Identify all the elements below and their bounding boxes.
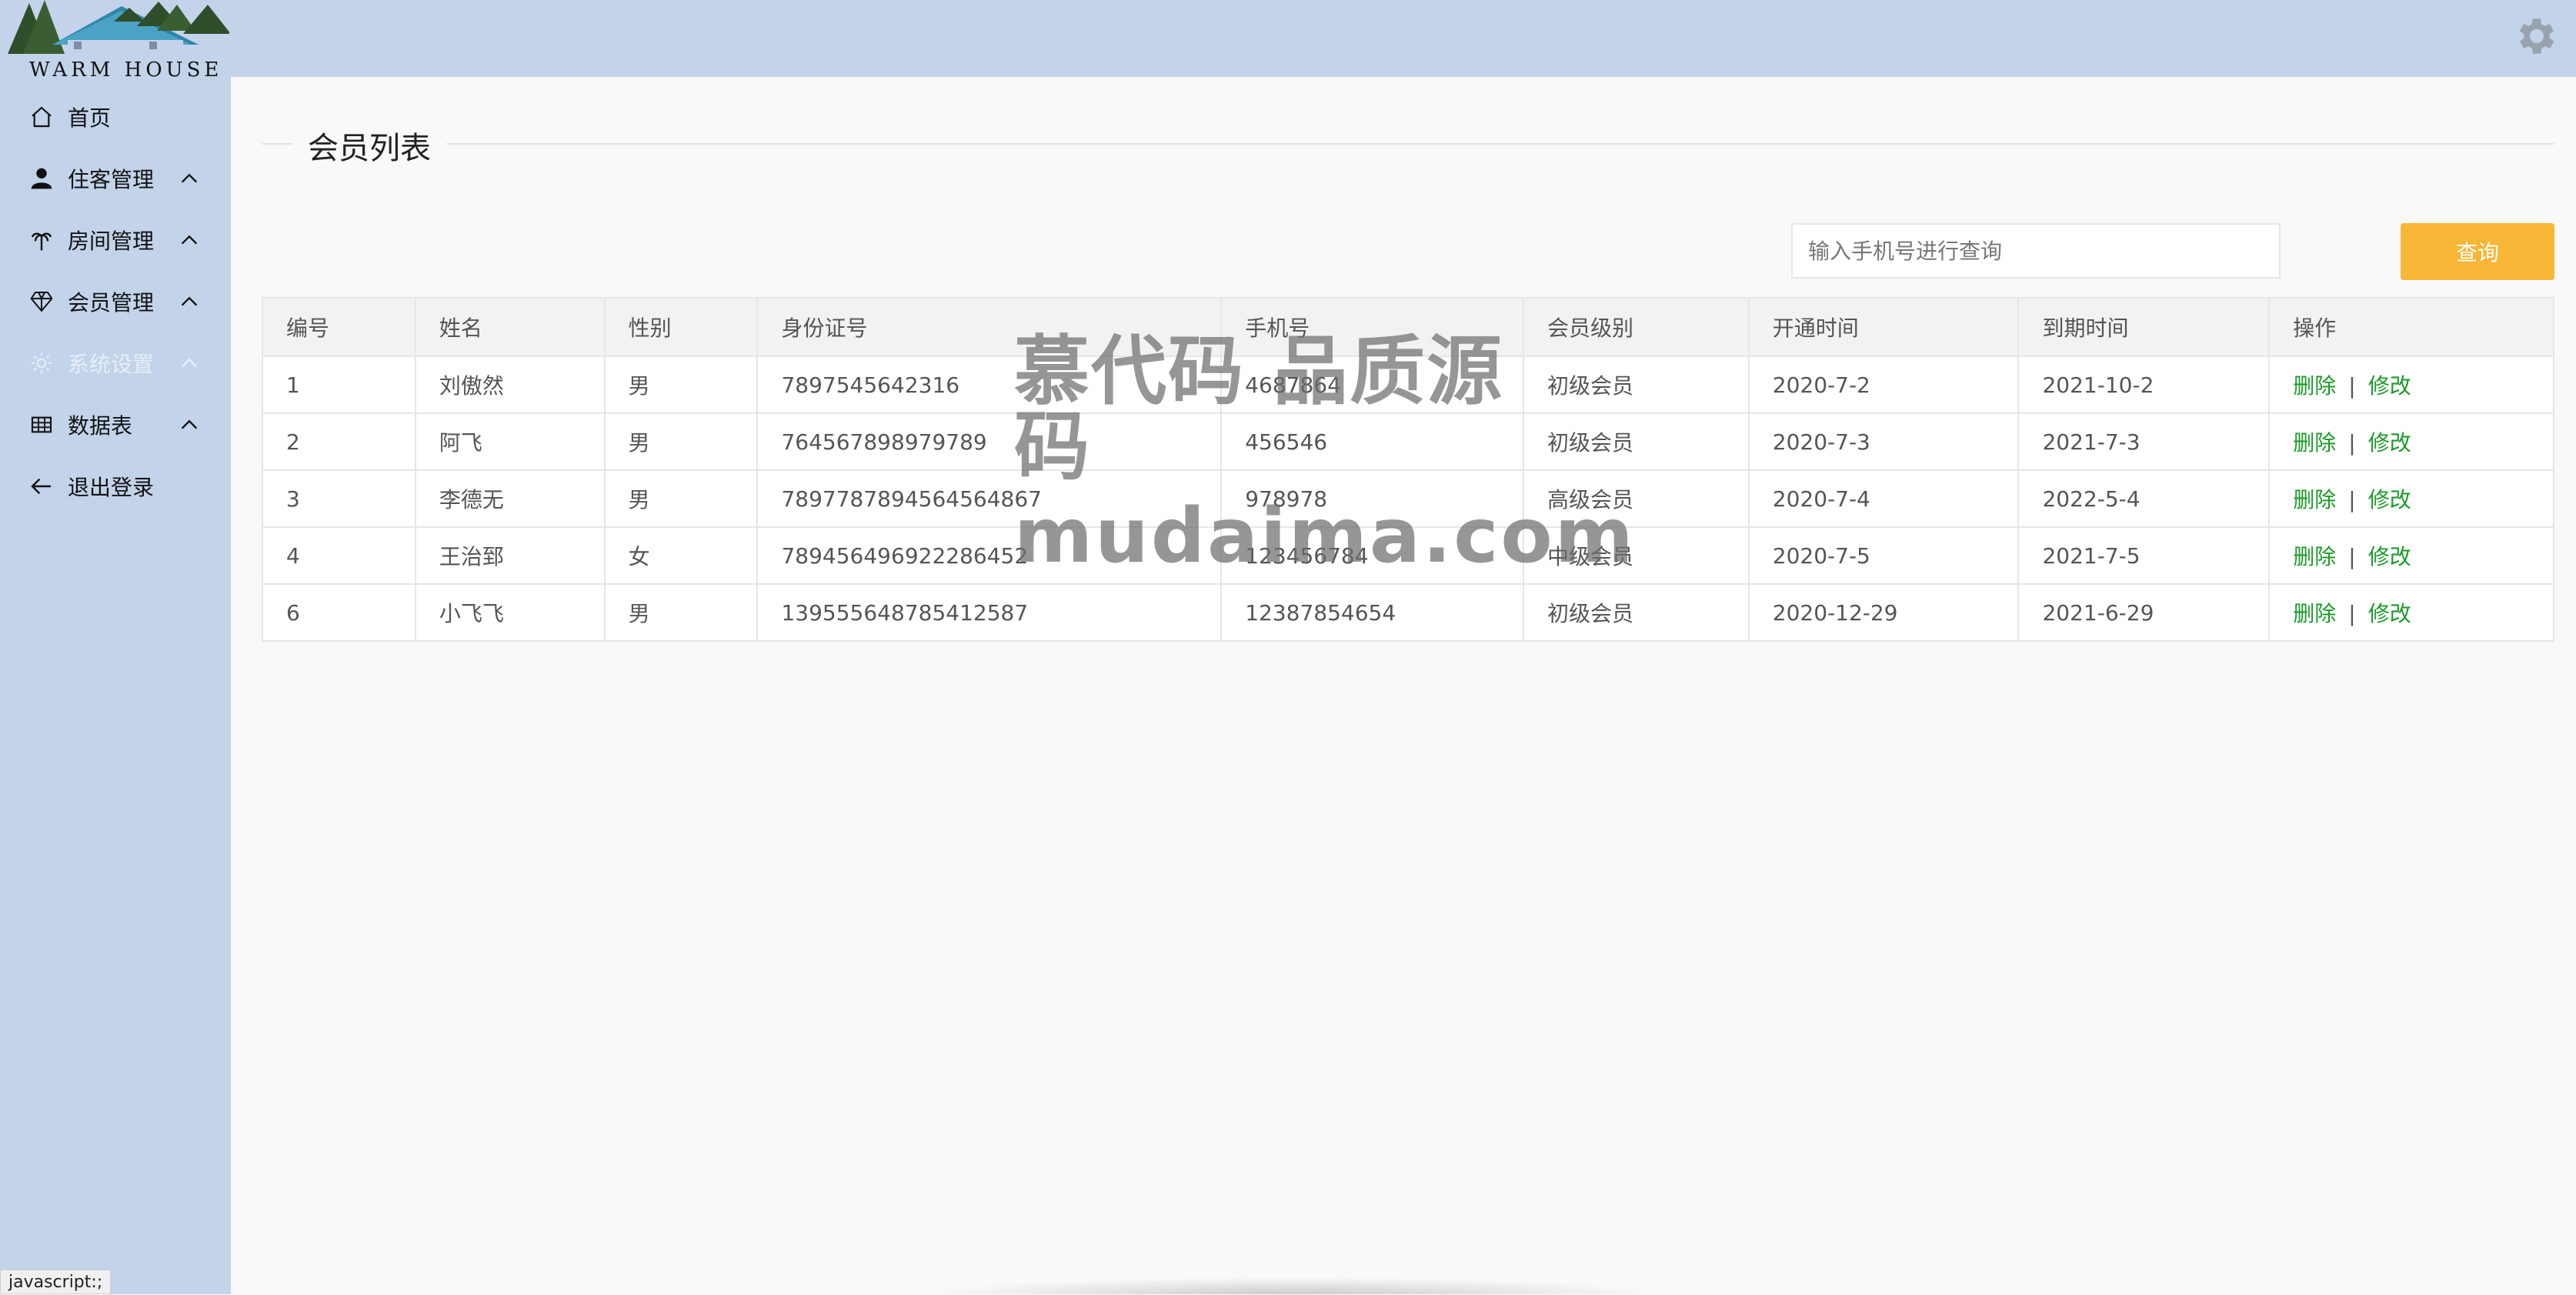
table-icon — [31, 416, 52, 433]
cell-name: 阿飞 — [414, 412, 606, 471]
title-divider-right — [446, 143, 2554, 145]
palm-tree-icon — [31, 232, 52, 251]
column-header-name: 姓名 — [414, 297, 606, 357]
sidebar-item-label: 会员管理 — [68, 290, 155, 315]
table-row: 6 小飞飞 男 139555648785412587 12387854654 初… — [262, 583, 2554, 642]
cell-actions: 删除 | 修改 — [2268, 583, 2554, 642]
settings-gear-icon[interactable] — [2513, 12, 2561, 60]
cell-end: 2021-7-3 — [2017, 412, 2271, 471]
cell-gender: 男 — [603, 469, 759, 528]
logo-text: WARM HOUSE — [29, 58, 223, 82]
cell-end: 2021-10-2 — [2017, 355, 2271, 414]
cell-id-card: 139555648785412587 — [756, 583, 1223, 642]
cell-end: 2021-7-5 — [2017, 526, 2271, 585]
cell-gender: 男 — [603, 355, 759, 414]
cell-actions: 删除 | 修改 — [2268, 526, 2554, 585]
action-separator: | — [2348, 373, 2356, 399]
action-separator: | — [2348, 430, 2356, 456]
sidebar-item-settings[interactable]: 系统设置 — [0, 332, 231, 394]
cell-start: 2020-7-2 — [1747, 355, 2020, 414]
status-bar-link: javascript:; — [0, 1270, 112, 1294]
action-separator: | — [2348, 601, 2356, 626]
page-title: 会员列表 — [308, 131, 431, 166]
sidebar-item-label: 数据表 — [68, 413, 133, 439]
delete-link[interactable]: 删除 — [2293, 373, 2336, 399]
cell-start: 2020-7-4 — [1747, 469, 2020, 528]
cell-name: 李德无 — [414, 469, 606, 528]
cell-gender: 女 — [603, 526, 759, 585]
cell-name: 王治郅 — [414, 526, 606, 585]
cell-actions: 删除 | 修改 — [2268, 469, 2554, 528]
column-header-id: 编号 — [262, 297, 416, 357]
home-icon — [32, 106, 52, 128]
edit-link[interactable]: 修改 — [2368, 487, 2411, 512]
sidebar-item-label: 首页 — [68, 105, 112, 131]
cell-id: 3 — [262, 469, 416, 528]
logo[interactable]: WARM HOUSE — [6, 0, 231, 83]
column-header-gender: 性别 — [603, 297, 759, 357]
bottom-shadow — [923, 1277, 1662, 1294]
delete-link[interactable]: 删除 — [2293, 487, 2336, 512]
cell-id: 2 — [262, 412, 416, 471]
column-header-start: 开通时间 — [1747, 297, 2020, 357]
cell-actions: 删除 | 修改 — [2268, 355, 2554, 414]
sidebar-item-guests[interactable]: 住客管理 — [0, 148, 231, 209]
user-icon — [31, 168, 52, 189]
edit-link[interactable]: 修改 — [2368, 430, 2411, 456]
watermark-line-1: 慕代码 品质源码 — [1014, 328, 1504, 491]
chevron-up-icon — [181, 173, 198, 183]
sidebar-item-label: 系统设置 — [68, 352, 155, 377]
top-bar — [231, 0, 2576, 77]
sidebar-item-label: 退出登录 — [68, 475, 155, 500]
sidebar-nav: 首页 住客管理 房间管理 会员管理 系统设置 数据表 退出登录 — [0, 86, 231, 517]
edit-link[interactable]: 修改 — [2368, 544, 2411, 569]
sidebar-item-logout[interactable]: 退出登录 — [0, 456, 231, 517]
action-separator: | — [2348, 544, 2356, 569]
delete-link[interactable]: 删除 — [2293, 430, 2336, 456]
chevron-up-icon — [181, 235, 198, 245]
arrow-left-icon — [31, 478, 51, 495]
cell-phone: 12387854654 — [1220, 583, 1525, 642]
diamond-icon — [30, 292, 53, 312]
cell-level: 初级会员 — [1523, 583, 1750, 642]
sidebar-item-label: 房间管理 — [68, 229, 155, 254]
cell-id: 4 — [262, 526, 416, 585]
sidebar-item-data-tables[interactable]: 数据表 — [0, 394, 231, 456]
search-button[interactable]: 查询 — [2401, 223, 2554, 280]
chevron-up-icon — [181, 358, 198, 368]
delete-link[interactable]: 删除 — [2293, 601, 2336, 626]
sidebar-item-label: 住客管理 — [68, 167, 155, 192]
cell-start: 2020-12-29 — [1747, 583, 2020, 642]
cell-end: 2021-6-29 — [2017, 583, 2271, 642]
cell-start: 2020-7-5 — [1747, 526, 2020, 585]
phone-search-input[interactable] — [1791, 223, 2281, 279]
cell-actions: 删除 | 修改 — [2268, 412, 2554, 471]
cell-name: 刘傲然 — [414, 355, 606, 414]
sidebar-item-members[interactable]: 会员管理 — [0, 271, 231, 332]
watermark-line-2: mudaima.com — [1014, 492, 1636, 580]
sidebar: WARM HOUSE 首页 住客管理 房间管理 会员管理 系统设置 数据表 退出… — [0, 0, 231, 1294]
edit-link[interactable]: 修改 — [2368, 601, 2411, 626]
house-trees-logo-icon — [8, 0, 231, 60]
delete-link[interactable]: 删除 — [2293, 544, 2336, 569]
watermark: 慕代码 品质源码 mudaima.com — [1014, 328, 1636, 580]
title-divider-left — [262, 143, 292, 145]
gear-icon — [31, 352, 52, 374]
cell-start: 2020-7-3 — [1747, 412, 2020, 471]
column-header-end: 到期时间 — [2017, 297, 2271, 357]
cell-id: 1 — [262, 355, 416, 414]
cell-gender: 男 — [603, 583, 759, 642]
sidebar-item-home[interactable]: 首页 — [0, 86, 231, 148]
cell-end: 2022-5-4 — [2017, 469, 2271, 528]
cell-id: 6 — [262, 583, 416, 642]
cell-name: 小飞飞 — [414, 583, 606, 642]
chevron-up-icon — [181, 419, 198, 429]
edit-link[interactable]: 修改 — [2368, 373, 2411, 399]
cell-gender: 男 — [603, 412, 759, 471]
chevron-up-icon — [181, 296, 198, 306]
action-separator: | — [2348, 487, 2356, 512]
column-header-actions: 操作 — [2268, 297, 2554, 357]
sidebar-item-rooms[interactable]: 房间管理 — [0, 209, 231, 271]
